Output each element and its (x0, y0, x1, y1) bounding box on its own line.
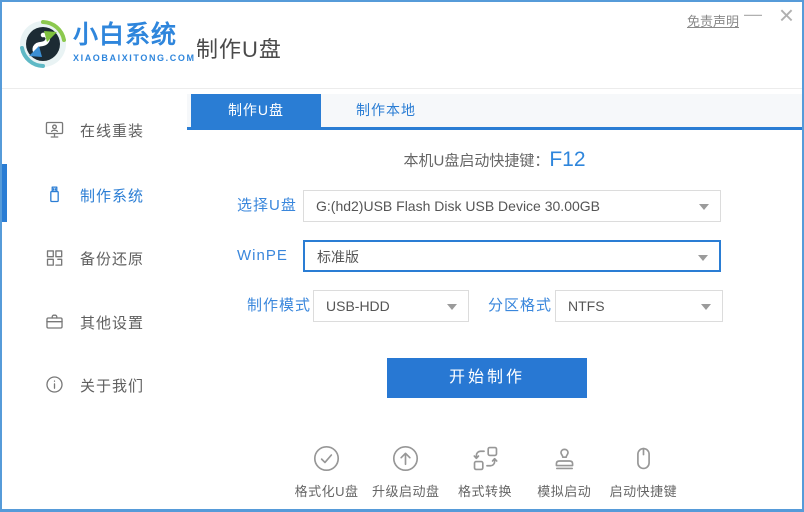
winpe-select-label: WinPE (237, 247, 288, 264)
tool-upgrade-boot[interactable]: 升级启动盘 (366, 444, 445, 500)
about-us-icon (44, 374, 65, 395)
usb-select[interactable]: G:(hd2)USB Flash Disk USB Device 30.00GB (303, 190, 721, 222)
boot-hotkey-line: 本机U盘启动快捷键：F12 (187, 148, 802, 172)
brand: 小白系统 XIAOBAIXITONG.COM (73, 23, 196, 63)
mode-select[interactable]: USB-HDD (313, 290, 469, 322)
tool-label: 模拟启动 (537, 484, 592, 499)
sidebar-item-about-us[interactable]: 关于我们 (2, 372, 187, 398)
chevron-down-icon (701, 304, 711, 310)
hotkey-label: 本机U盘启动快捷键： (403, 152, 550, 170)
tool-boot-hotkey[interactable]: 启动快捷键 (604, 444, 683, 500)
partition-select-label: 分区格式 (488, 297, 553, 314)
tab-make-usb[interactable]: 制作U盘 (191, 94, 321, 127)
format-usb-icon (314, 445, 340, 472)
chevron-down-icon (447, 304, 457, 310)
sidebar-item-label: 其他设置 (80, 315, 145, 332)
make-system-icon (44, 184, 65, 205)
simulate-boot-icon (555, 448, 574, 470)
usb-select-value: G:(hd2)USB Flash Disk USB Device 30.00GB (316, 198, 600, 214)
sidebar: 在线重装 制作系统 备份还原 其他设置 关于我们 (2, 90, 187, 509)
winpe-select-value: 标准版 (317, 249, 359, 265)
mode-select-label: 制作模式 (247, 297, 312, 314)
boot-hotkey-icon (636, 447, 650, 470)
app-window: 小白系统 XIAOBAIXITONG.COM 制作U盘 免责声明 — × 在线重… (0, 0, 804, 512)
minimize-button[interactable]: — (744, 4, 762, 25)
partition-select-value: NTFS (568, 298, 605, 314)
format-convert-icon (472, 446, 498, 471)
chevron-down-icon (699, 204, 709, 210)
sidebar-item-label: 备份还原 (80, 251, 145, 268)
tool-format-convert[interactable]: 格式转换 (445, 444, 524, 500)
hotkey-value: F12 (549, 148, 586, 171)
sidebar-item-online-reinstall[interactable]: 在线重装 (2, 117, 187, 143)
sidebar-item-label: 在线重装 (80, 123, 145, 140)
online-reinstall-icon (44, 119, 65, 140)
backup-restore-icon (44, 247, 65, 268)
winpe-select[interactable]: 标准版 (303, 240, 721, 272)
start-make-button[interactable]: 开始制作 (387, 358, 587, 398)
sidebar-item-label: 关于我们 (80, 378, 145, 395)
tool-simulate-boot[interactable]: 模拟启动 (525, 444, 604, 500)
tool-format-usb[interactable]: 格式化U盘 (287, 444, 366, 500)
header: 小白系统 XIAOBAIXITONG.COM 制作U盘 免责声明 — × (2, 2, 802, 89)
sidebar-item-backup-restore[interactable]: 备份还原 (2, 245, 187, 271)
upgrade-boot-icon (393, 445, 419, 472)
mode-select-value: USB-HDD (326, 298, 390, 314)
tool-label: 启动快捷键 (609, 484, 678, 499)
sidebar-item-label: 制作系统 (80, 188, 145, 205)
tab-bar: 制作U盘 制作本地 (187, 94, 802, 130)
tool-label: 格式化U盘 (294, 484, 359, 499)
brand-logo-icon (20, 20, 66, 68)
other-settings-icon (44, 311, 65, 332)
chevron-down-icon (698, 255, 708, 261)
tool-label: 格式转换 (458, 484, 513, 499)
brand-domain: XIAOBAIXITONG.COM (73, 53, 196, 63)
footer-toolbar: 格式化U盘 升级启动盘 格式转换 模拟启动 启动快捷键 (287, 444, 683, 500)
disclaimer-link[interactable]: 免责声明 (687, 11, 739, 30)
close-button[interactable]: × (779, 2, 794, 31)
page-title: 制作U盘 (196, 37, 282, 62)
brand-name: 小白系统 (73, 21, 178, 49)
usb-select-label: 选择U盘 (237, 197, 297, 214)
sidebar-item-other-settings[interactable]: 其他设置 (2, 309, 187, 335)
tool-label: 升级启动盘 (372, 484, 440, 499)
sidebar-item-make-system[interactable]: 制作系统 (2, 182, 187, 208)
partition-select[interactable]: NTFS (555, 290, 723, 322)
tab-make-local[interactable]: 制作本地 (321, 94, 451, 127)
